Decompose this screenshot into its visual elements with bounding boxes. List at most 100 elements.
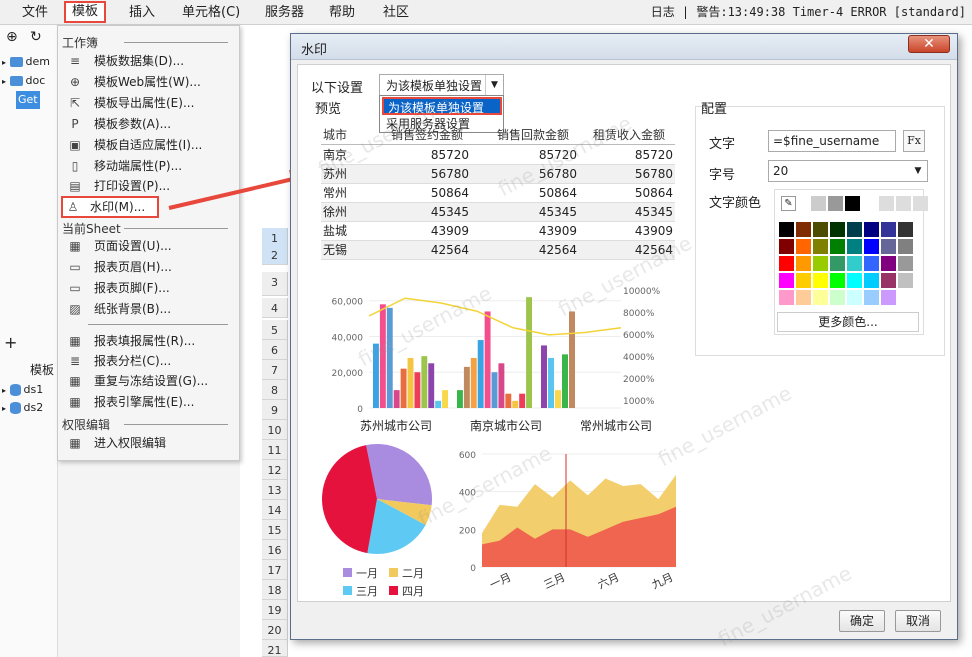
color-swatch[interactable] xyxy=(864,256,879,271)
font-size-select[interactable]: 20 ▼ xyxy=(768,160,928,182)
close-button[interactable]: ✕ xyxy=(908,35,950,53)
color-swatch[interactable] xyxy=(830,239,845,254)
color-swatch[interactable] xyxy=(913,196,928,211)
formula-button[interactable]: Fx xyxy=(903,130,925,152)
color-swatch[interactable] xyxy=(779,239,794,254)
color-swatch[interactable] xyxy=(898,290,913,305)
row-number[interactable]: 20 xyxy=(262,620,288,640)
color-swatch[interactable] xyxy=(898,256,913,271)
color-swatch[interactable] xyxy=(847,239,862,254)
color-swatch[interactable] xyxy=(828,196,843,211)
menu-item-globe[interactable]: ⊕ 模板Web属性(W)... xyxy=(64,72,234,92)
color-swatch[interactable] xyxy=(864,239,879,254)
menu-item-database[interactable]: ≡ 模板数据集(D)... xyxy=(64,51,234,71)
menu-item-header[interactable]: ▭ 报表页眉(H)... xyxy=(64,257,234,277)
row-number[interactable]: 15 xyxy=(262,520,288,540)
menu-item-page-setup[interactable]: ▦ 页面设置(U)... xyxy=(64,236,234,256)
row-number[interactable]: 6 xyxy=(262,340,288,360)
menu-file[interactable]: 文件 xyxy=(22,0,48,25)
color-swatch[interactable] xyxy=(779,290,794,305)
color-swatch[interactable] xyxy=(862,196,877,211)
menu-help[interactable]: 帮助 xyxy=(329,0,355,25)
tree-item-selected[interactable]: Get xyxy=(16,91,40,109)
color-swatch[interactable] xyxy=(896,196,911,211)
row-number[interactable]: 9 xyxy=(262,400,288,420)
color-swatch[interactable] xyxy=(881,256,896,271)
color-swatch[interactable] xyxy=(796,222,811,237)
menu-item-export[interactable]: ⇱ 模板导出属性(E)... xyxy=(64,93,234,113)
color-swatch[interactable] xyxy=(879,196,894,211)
color-swatch[interactable] xyxy=(830,222,845,237)
add-icon[interactable]: + xyxy=(4,333,17,352)
color-swatch[interactable] xyxy=(779,273,794,288)
color-swatch[interactable] xyxy=(813,290,828,305)
row-number[interactable]: 21 xyxy=(262,640,288,657)
row-number[interactable]: 14 xyxy=(262,500,288,520)
ok-button[interactable]: 确定 xyxy=(839,610,885,632)
color-swatch[interactable] xyxy=(813,273,828,288)
row-number[interactable]: 5 xyxy=(262,320,288,340)
row-number[interactable]: 18 xyxy=(262,580,288,600)
status-log[interactable]: 日志 | 警告:13:49:38 Timer-4 ERROR [standard… xyxy=(651,0,966,25)
color-swatch[interactable] xyxy=(796,239,811,254)
menu-template[interactable]: 模板 xyxy=(64,1,107,23)
menu-cell[interactable]: 单元格(C) xyxy=(182,0,240,25)
menu-community[interactable]: 社区 xyxy=(383,0,409,25)
color-swatch[interactable] xyxy=(847,222,862,237)
refresh-icon[interactable]: ↻ xyxy=(30,29,42,45)
color-swatch[interactable] xyxy=(779,222,794,237)
color-swatch[interactable] xyxy=(830,273,845,288)
color-swatch[interactable] xyxy=(847,273,862,288)
menu-item-adaptive[interactable]: ▣ 模板自适应属性(I)... xyxy=(64,135,234,155)
watermark-text-input[interactable]: =$fine_username xyxy=(768,130,896,152)
row-number[interactable]: 4 xyxy=(262,298,288,318)
color-swatch[interactable] xyxy=(813,256,828,271)
dialog-titlebar[interactable]: 水印 ✕ xyxy=(291,34,957,60)
menu-item-freeze[interactable]: ▦ 重复与冻结设置(G)... xyxy=(64,371,234,391)
dataset-item[interactable]: ▸ ds1 xyxy=(2,381,43,399)
row-number[interactable]: 12 xyxy=(262,460,288,480)
menu-item-engine[interactable]: ▦ 报表引擎属性(E)... xyxy=(64,392,234,412)
cancel-button[interactable]: 取消 xyxy=(895,610,941,632)
color-swatch[interactable] xyxy=(796,256,811,271)
color-swatch[interactable] xyxy=(864,273,879,288)
row-number[interactable]: 7 xyxy=(262,360,288,380)
row-number[interactable]: 10 xyxy=(262,420,288,440)
color-swatch[interactable] xyxy=(813,222,828,237)
color-swatch[interactable] xyxy=(898,239,913,254)
color-swatch[interactable] xyxy=(779,256,794,271)
color-swatch[interactable] xyxy=(881,290,896,305)
color-swatch[interactable] xyxy=(864,222,879,237)
menu-item-parameter[interactable]: P 模板参数(A)... xyxy=(64,114,234,134)
color-swatch[interactable] xyxy=(847,256,862,271)
row-number[interactable]: 11 xyxy=(262,440,288,460)
row-number[interactable]: 17 xyxy=(262,560,288,580)
color-swatch[interactable] xyxy=(830,290,845,305)
color-swatch[interactable] xyxy=(881,239,896,254)
row-number[interactable]: 8 xyxy=(262,380,288,400)
color-swatch[interactable] xyxy=(813,239,828,254)
color-swatch[interactable] xyxy=(796,290,811,305)
menu-item-image[interactable]: ▨ 纸张背景(B)... xyxy=(64,299,234,319)
color-swatch[interactable] xyxy=(881,222,896,237)
new-folder-icon[interactable]: ⊕ xyxy=(6,29,18,45)
menu-item-columns[interactable]: ≣ 报表分栏(C)... xyxy=(64,351,234,371)
dataset-item[interactable]: ▸ ds2 xyxy=(2,399,43,417)
color-swatch[interactable] xyxy=(830,256,845,271)
color-swatch[interactable] xyxy=(811,196,826,211)
color-swatch[interactable] xyxy=(898,222,913,237)
color-swatch[interactable] xyxy=(796,273,811,288)
menu-server[interactable]: 服务器 xyxy=(265,0,304,25)
color-picker-icon[interactable]: ✎ xyxy=(781,196,796,211)
row-number[interactable]: 16 xyxy=(262,540,288,560)
color-swatch[interactable] xyxy=(898,273,913,288)
tree-item[interactable]: ▸ doc xyxy=(2,72,45,90)
color-swatch[interactable] xyxy=(847,290,862,305)
row-number[interactable]: 3 xyxy=(262,272,288,296)
tree-item[interactable]: ▸ dem xyxy=(2,53,50,71)
row-number[interactable]: 2 xyxy=(262,245,288,265)
row-number[interactable]: 13 xyxy=(262,480,288,500)
menu-insert[interactable]: 插入 xyxy=(129,0,155,25)
menu-item-fill[interactable]: ▦ 报表填报属性(R)... xyxy=(64,331,234,351)
row-number[interactable]: 19 xyxy=(262,600,288,620)
